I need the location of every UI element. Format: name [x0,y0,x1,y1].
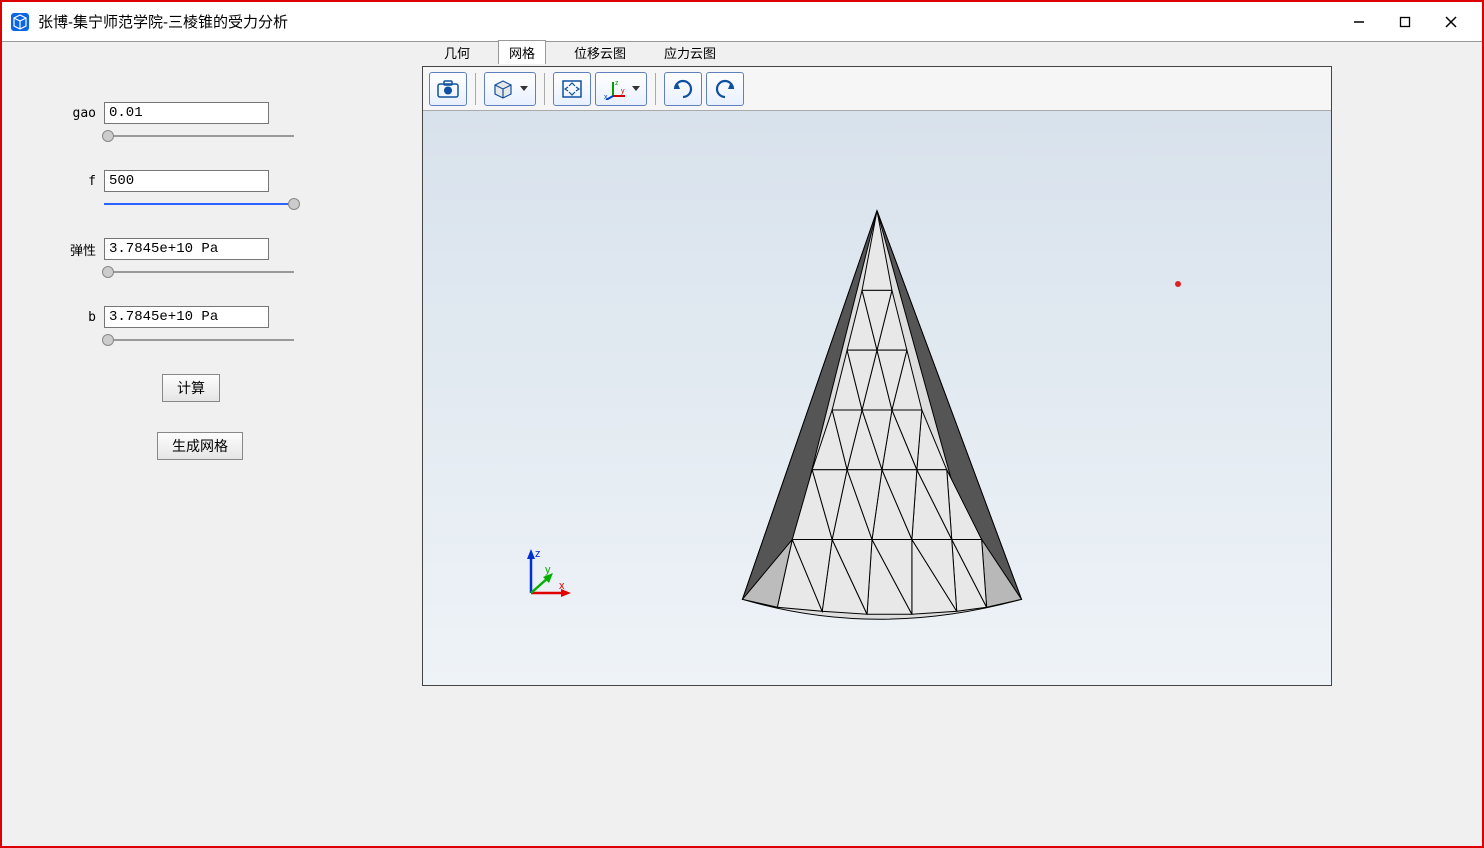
fit-icon [560,78,584,100]
svg-text:x: x [604,94,608,100]
window-controls [1336,6,1474,38]
rotate-cw-icon [670,77,696,101]
svg-text:z: z [615,80,619,87]
sidebar: gao f 弹性 b 计算 [2,42,422,846]
slider-gao[interactable] [104,130,294,142]
label-b: b [32,310,104,325]
viewport-frame: z y x [422,66,1332,686]
toolbar-separator [475,73,476,105]
label-elasticity: 弹性 [32,240,104,259]
slider-elasticity[interactable] [104,266,294,278]
toolbar-separator [544,73,545,105]
axes-icon: z y x [603,78,627,100]
tab-displacement[interactable]: 位移云图 [564,41,636,64]
axes-orient-button[interactable]: z y x [595,72,647,106]
param-f: f [32,170,392,192]
svg-text:y: y [621,88,625,95]
main: 几何 网格 位移云图 应力云图 [422,42,1482,846]
input-b[interactable] [104,306,269,328]
compute-button[interactable]: 计算 [162,374,220,402]
chevron-down-icon [632,86,640,92]
screenshot-button[interactable] [429,72,467,106]
tab-mesh[interactable]: 网格 [498,40,546,64]
slider-f[interactable] [104,198,294,210]
viewport-3d[interactable]: z x y [423,111,1331,685]
axis-z-label: z [535,548,541,560]
tab-geometry[interactable]: 几何 [434,41,480,64]
param-b: b [32,306,392,328]
input-gao[interactable] [104,102,269,124]
axis-x-label: x [559,580,565,592]
axis-triad: z x y [513,545,573,605]
tab-stress[interactable]: 应力云图 [654,41,726,64]
input-f[interactable] [104,170,269,192]
cube-icon [492,78,514,100]
axis-y-label: y [545,564,551,576]
fit-view-button[interactable] [553,72,591,106]
app-icon [10,12,30,32]
label-f: f [32,174,104,189]
toolbar-separator [655,73,656,105]
rotate-ccw-button[interactable] [706,72,744,106]
minimize-button[interactable] [1336,6,1382,38]
rotate-ccw-icon [712,77,738,101]
slider-b[interactable] [104,334,294,346]
marker-point [1175,281,1181,287]
param-gao: gao [32,102,392,124]
chevron-down-icon [520,86,528,92]
input-elasticity[interactable] [104,238,269,260]
close-button[interactable] [1428,6,1474,38]
view-cube-button[interactable] [484,72,536,106]
content: gao f 弹性 b 计算 [2,42,1482,846]
generate-mesh-button[interactable]: 生成网格 [157,432,243,460]
tabs: 几何 网格 位移云图 应力云图 [422,42,1482,66]
rotate-cw-button[interactable] [664,72,702,106]
param-elasticity: 弹性 [32,238,392,260]
camera-icon [436,79,460,99]
label-gao: gao [32,106,104,121]
titlebar: 张博-集宁师范学院-三棱锥的受力分析 [2,2,1482,42]
maximize-button[interactable] [1382,6,1428,38]
window-title: 张博-集宁师范学院-三棱锥的受力分析 [38,11,1336,32]
viewport-toolbar: z y x [423,67,1331,111]
